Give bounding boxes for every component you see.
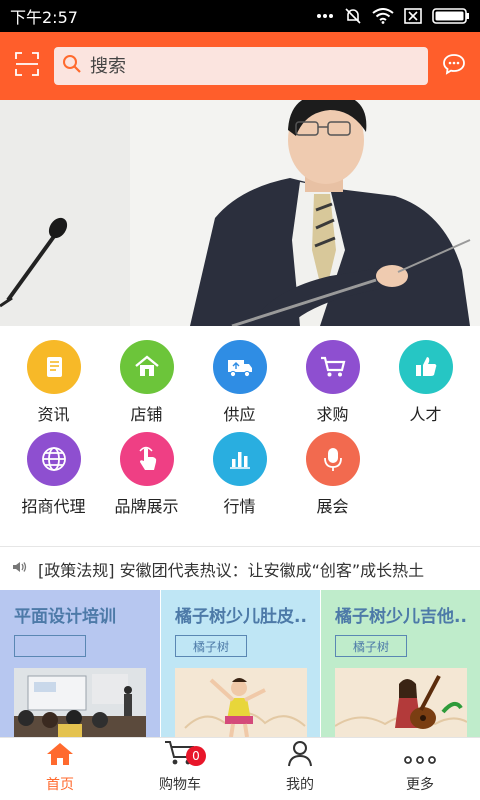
category-label: 招商代理 — [21, 497, 86, 516]
promo-section: 平面设计培训 橘子树少儿肚皮... 橘子树 橘子树少儿吉他... 橘子树 — [0, 590, 480, 737]
promo-tag: 橘子树 — [335, 635, 407, 657]
speaker-icon — [12, 559, 28, 578]
promo-card[interactable]: 橘子树少儿肚皮... 橘子树 — [160, 590, 320, 737]
message-button[interactable] — [428, 32, 480, 100]
more-dots-icon — [402, 752, 438, 771]
category-shops[interactable]: 店铺 — [100, 340, 193, 432]
category-talent[interactable]: 人才 — [379, 340, 472, 432]
tab-label: 首页 — [46, 777, 74, 793]
wifi-icon — [372, 8, 394, 24]
home-icon — [119, 340, 174, 394]
status-bar: 下午2:57 — [0, 0, 480, 32]
search-input[interactable] — [90, 55, 390, 77]
scan-button[interactable] — [0, 32, 54, 100]
category-label: 品牌展示 — [114, 497, 179, 516]
category-label: 店铺 — [130, 405, 163, 424]
promo-title: 橘子树少儿肚皮... — [175, 607, 306, 627]
promo-tag: 橘子树 — [175, 635, 247, 657]
tab-label: 我的 — [286, 777, 314, 793]
search-header — [0, 32, 480, 100]
category-label: 展会 — [316, 497, 349, 516]
status-time: 下午2:57 — [10, 8, 78, 27]
category-expo[interactable]: 展会 — [286, 432, 379, 524]
promo-card[interactable]: 橘子树少儿吉他... 橘子树 — [320, 590, 480, 737]
chat-bubble-icon — [442, 52, 466, 80]
promo-image-dancer — [175, 668, 307, 737]
search-box[interactable] — [54, 47, 428, 85]
tab-cart[interactable]: 0 购物车 — [120, 738, 240, 800]
scan-icon — [14, 51, 40, 81]
search-icon — [62, 54, 82, 78]
promo-card[interactable]: 平面设计培训 — [0, 590, 160, 737]
home-icon — [45, 741, 75, 771]
tab-home[interactable]: 首页 — [0, 738, 120, 800]
category-row: 招商代理 品牌展示 行情 展会 — [0, 432, 480, 524]
tab-mine[interactable]: 我的 — [240, 738, 360, 800]
user-icon — [286, 739, 314, 771]
promo-image-guitar — [335, 668, 467, 737]
category-supply[interactable]: 供应 — [193, 340, 286, 432]
cart-badge: 0 — [186, 746, 206, 766]
category-market[interactable]: 行情 — [193, 432, 286, 524]
promo-image-classroom — [14, 668, 146, 737]
news-ticker[interactable]: [政策法规] 安徽团代表热议：让安徽成“创客”成长热土 — [0, 546, 480, 590]
tab-label: 购物车 — [159, 777, 201, 793]
tab-label: 更多 — [406, 777, 434, 793]
status-icons — [316, 7, 470, 25]
category-label: 求购 — [316, 405, 349, 424]
promo-title: 平面设计培训 — [14, 607, 116, 627]
category-label: 行情 — [223, 497, 256, 516]
category-grid: 资讯 店铺 供应 求购 人才 招商代理 品牌展示 行情 展会 — [0, 340, 480, 524]
banner-image[interactable] — [0, 100, 480, 326]
category-purchase[interactable]: 求购 — [286, 340, 379, 432]
news-headline[interactable]: [政策法规] 安徽团代表热议：让安徽成“创客”成长热土 — [38, 557, 424, 581]
promo-tag — [14, 635, 86, 657]
microphone-icon — [305, 432, 360, 486]
category-label: 供应 — [223, 405, 256, 424]
globe-icon — [26, 432, 81, 486]
category-brand[interactable]: 品牌展示 — [100, 432, 193, 524]
truck-icon — [212, 340, 267, 394]
tap-icon — [119, 432, 174, 486]
thumbs-up-icon — [398, 340, 453, 394]
mute-bell-icon — [344, 7, 362, 25]
promo-title: 橘子树少儿吉他... — [335, 607, 466, 627]
document-icon — [26, 340, 81, 394]
battery-icon — [432, 8, 470, 24]
cart-icon — [305, 340, 360, 394]
tab-more[interactable]: 更多 — [360, 738, 480, 800]
bar-chart-icon — [212, 432, 267, 486]
category-label: 资讯 — [37, 405, 70, 424]
more-dots-icon — [316, 13, 334, 19]
category-label: 人才 — [409, 405, 442, 424]
category-row: 资讯 店铺 供应 求购 人才 — [0, 340, 480, 432]
category-news[interactable]: 资讯 — [7, 340, 100, 432]
bottom-tab-bar: 首页 0 购物车 我的 更多 — [0, 737, 480, 800]
category-agency[interactable]: 招商代理 — [7, 432, 100, 524]
no-sim-icon — [404, 8, 422, 24]
